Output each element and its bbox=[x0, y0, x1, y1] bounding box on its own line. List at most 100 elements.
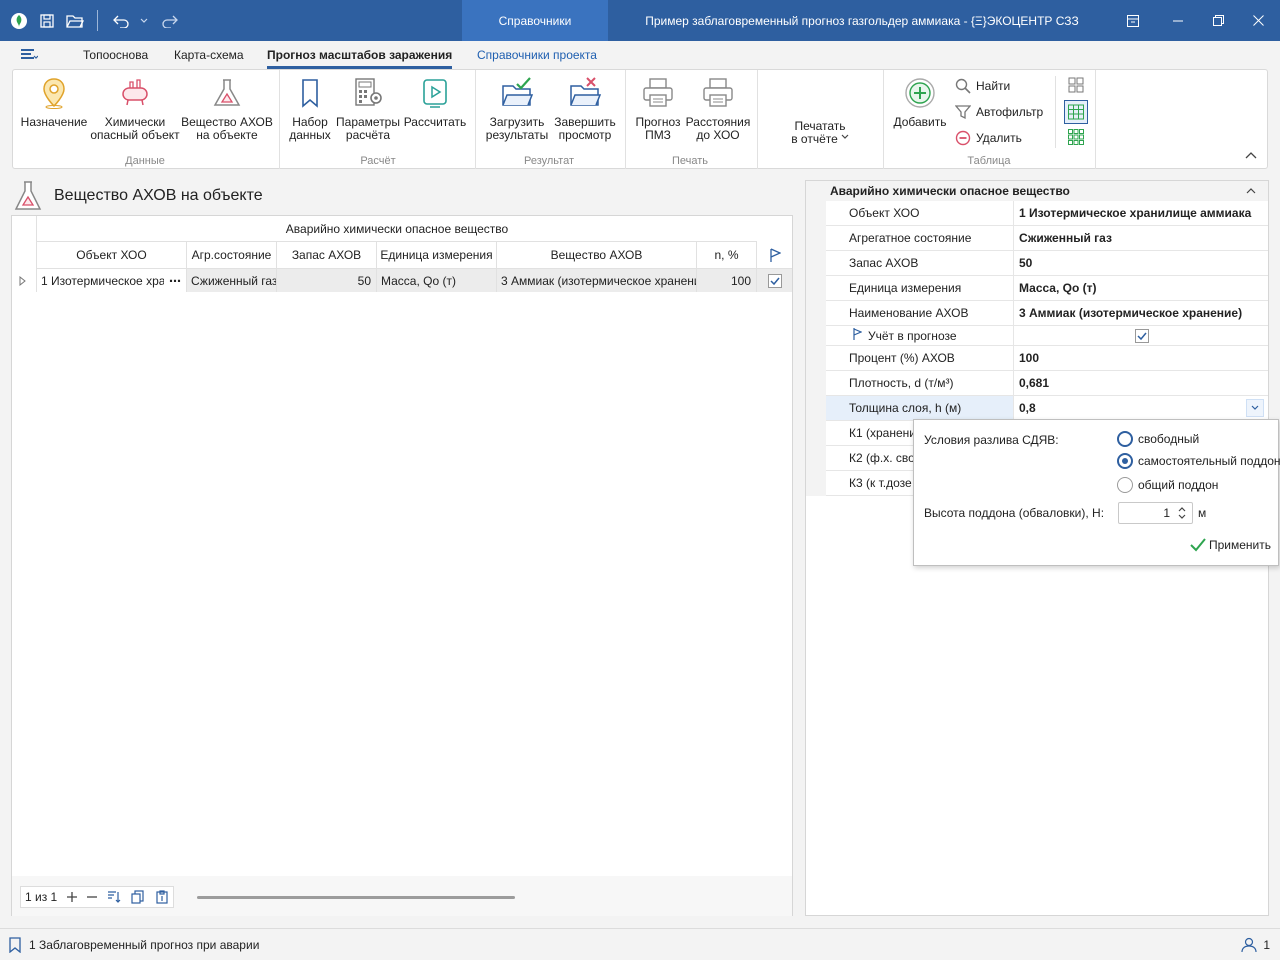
dataset-label-2: данных bbox=[289, 128, 331, 142]
property-value[interactable]: 1 Изотермическое хранилище аммиака bbox=[1015, 201, 1268, 225]
clipboard-icon[interactable] bbox=[155, 890, 169, 904]
table-cell-state[interactable]: Сжиженный газ bbox=[187, 269, 277, 292]
radio-own-tray[interactable]: самостоятельный поддон bbox=[1117, 453, 1280, 469]
file-menu-icon[interactable] bbox=[20, 41, 38, 69]
load-results-button[interactable]: Загрузить результаты bbox=[483, 76, 551, 142]
layout-cards-button[interactable] bbox=[1067, 128, 1085, 149]
table-cell-percent[interactable]: 100 bbox=[697, 269, 757, 292]
layout-grid-small-button[interactable] bbox=[1067, 76, 1085, 97]
group-separator bbox=[1095, 70, 1096, 169]
flag-icon bbox=[769, 248, 781, 262]
property-value[interactable]: 0,8 bbox=[1015, 396, 1268, 420]
property-row[interactable]: Плотность, d (т/м³) 0,681 bbox=[826, 371, 1268, 396]
calc-params-button[interactable]: Параметры расчёта bbox=[336, 76, 400, 142]
spin-arrows-icon[interactable] bbox=[1177, 506, 1187, 520]
table-cell-object[interactable]: 1 Изотермическое хра... ⋯ bbox=[37, 269, 187, 292]
chem-object-button[interactable]: Химически опасный объект bbox=[90, 76, 180, 142]
column-header-unit[interactable]: Единица измерения bbox=[377, 242, 497, 269]
property-row-selected[interactable]: Толщина слоя, h (м) 0,8 bbox=[826, 396, 1268, 421]
property-value-checkbox[interactable] bbox=[1015, 326, 1268, 345]
layout-table-button[interactable] bbox=[1064, 100, 1088, 124]
find-button[interactable]: Найти bbox=[955, 78, 1010, 94]
copy-icon[interactable] bbox=[131, 890, 145, 904]
user-icon bbox=[1241, 937, 1257, 952]
finish-view-label-2: просмотр bbox=[558, 128, 612, 142]
print-in-report-button[interactable]: Печатать в отчёте bbox=[783, 120, 857, 146]
property-row[interactable]: Объект ХОО 1 Изотермическое хранилище амм… bbox=[826, 201, 1268, 226]
property-row[interactable]: Наименование АХОВ 3 Аммиак (изотермическо… bbox=[826, 301, 1268, 326]
sort-icon[interactable] bbox=[107, 890, 121, 904]
row-expand-icon[interactable] bbox=[19, 275, 27, 289]
tab-forecast[interactable]: Прогноз масштабов заражения bbox=[267, 41, 453, 69]
restore-icon[interactable] bbox=[1198, 0, 1238, 41]
horizontal-scrollbar[interactable] bbox=[197, 896, 515, 899]
property-row[interactable]: Агрегатное состояние Сжиженный газ bbox=[826, 226, 1268, 251]
radio-common-tray[interactable]: общий поддон bbox=[1117, 477, 1218, 493]
property-value[interactable]: Сжиженный газ bbox=[1015, 226, 1268, 250]
ribbon-display-options-icon[interactable] bbox=[1113, 0, 1153, 41]
property-row[interactable]: Учёт в прогнозе bbox=[826, 326, 1268, 346]
property-value[interactable]: 100 bbox=[1015, 346, 1268, 370]
save-icon[interactable] bbox=[34, 0, 60, 41]
ellipsis-button[interactable]: ⋯ bbox=[164, 274, 186, 288]
add-icon[interactable] bbox=[67, 892, 78, 902]
open-folder-icon[interactable] bbox=[62, 0, 88, 41]
finish-view-button[interactable]: Завершить просмотр bbox=[553, 76, 617, 142]
printer-icon bbox=[643, 78, 673, 107]
property-value[interactable]: 0,681 bbox=[1015, 371, 1268, 395]
property-row[interactable]: Единица измерения Масса, Qо (т) bbox=[826, 276, 1268, 301]
property-value[interactable]: Масса, Qо (т) bbox=[1015, 276, 1268, 300]
purpose-button[interactable]: Назначение bbox=[21, 76, 87, 129]
dropdown-button[interactable] bbox=[1246, 399, 1264, 417]
calc-params-label-2: расчёта bbox=[345, 128, 391, 142]
group-separator bbox=[625, 70, 626, 169]
remove-icon[interactable] bbox=[87, 892, 98, 902]
close-icon[interactable] bbox=[1238, 0, 1278, 41]
print-pmz-label-2: ПМЗ bbox=[645, 128, 671, 142]
property-row[interactable]: Процент (%) АХОВ 100 bbox=[826, 346, 1268, 371]
table-cell-use-in-forecast[interactable] bbox=[757, 269, 792, 292]
autofilter-button[interactable]: Автофильтр bbox=[955, 104, 1043, 120]
radio-free[interactable]: свободный bbox=[1117, 431, 1199, 447]
chevron-up-icon[interactable] bbox=[1246, 187, 1256, 194]
collapse-ribbon-icon[interactable] bbox=[1245, 148, 1257, 162]
minimize-icon[interactable] bbox=[1158, 0, 1198, 41]
tab-topo[interactable]: Топооснова bbox=[83, 41, 148, 69]
add-button[interactable]: Добавить bbox=[891, 76, 949, 129]
column-header-percent[interactable]: n, % bbox=[697, 242, 757, 269]
property-value[interactable]: 50 bbox=[1015, 251, 1268, 275]
tab-project-refs[interactable]: Справочники проекта bbox=[477, 41, 597, 69]
column-header-substance[interactable]: Вещество АХОВ bbox=[497, 242, 697, 269]
tray-height-value[interactable]: 1 bbox=[1163, 506, 1170, 520]
print-pmz-button[interactable]: Прогноз ПМЗ bbox=[633, 76, 683, 142]
column-header-state[interactable]: Агр.состояние bbox=[187, 242, 277, 269]
delete-button[interactable]: Удалить bbox=[955, 130, 1022, 146]
column-header-object[interactable]: Объект ХОО bbox=[37, 242, 187, 269]
print-distances-button[interactable]: Расстояния до ХОО bbox=[685, 76, 751, 142]
users-indicator[interactable]: 1 bbox=[1241, 937, 1270, 953]
column-header-flag[interactable] bbox=[757, 242, 792, 269]
property-row[interactable]: Запас АХОВ 50 bbox=[826, 251, 1268, 276]
gas-tank-icon bbox=[122, 79, 148, 106]
undo-icon[interactable] bbox=[108, 0, 134, 41]
table-cell-unit[interactable]: Масса, Qо (т) bbox=[377, 269, 497, 292]
check-icon bbox=[1190, 538, 1206, 552]
substance-button[interactable]: Вещество АХОВ на объекте bbox=[181, 76, 273, 142]
redo-icon[interactable] bbox=[157, 0, 183, 41]
undo-dropdown-icon[interactable] bbox=[134, 0, 154, 41]
spill-conditions-popup: Условия разлива СДЯВ: свободный самостоя… bbox=[913, 419, 1280, 566]
dataset-button[interactable]: Набор данных bbox=[287, 76, 333, 142]
property-value[interactable]: 3 Аммиак (изотермическое хранение) bbox=[1015, 301, 1268, 325]
table-cell-substance[interactable]: 3 Аммиак (изотермическое хранение) bbox=[497, 269, 697, 292]
calculate-button[interactable]: Рассчитать bbox=[403, 76, 467, 129]
table-cell-stock[interactable]: 50 bbox=[277, 269, 377, 292]
apply-button[interactable]: Применить bbox=[1190, 538, 1271, 552]
property-category-header[interactable]: Аварийно химически опасное вещество bbox=[806, 181, 1268, 201]
property-name: Единица измерения bbox=[826, 276, 1014, 300]
load-results-label-2: результаты bbox=[485, 128, 549, 142]
context-tab-header[interactable]: Справочники bbox=[462, 0, 608, 41]
chevron-down-icon bbox=[1251, 405, 1259, 410]
tray-height-stepper[interactable]: 1 bbox=[1118, 502, 1193, 524]
tab-map[interactable]: Карта-схема bbox=[174, 41, 244, 69]
column-header-stock[interactable]: Запас АХОВ bbox=[277, 242, 377, 269]
